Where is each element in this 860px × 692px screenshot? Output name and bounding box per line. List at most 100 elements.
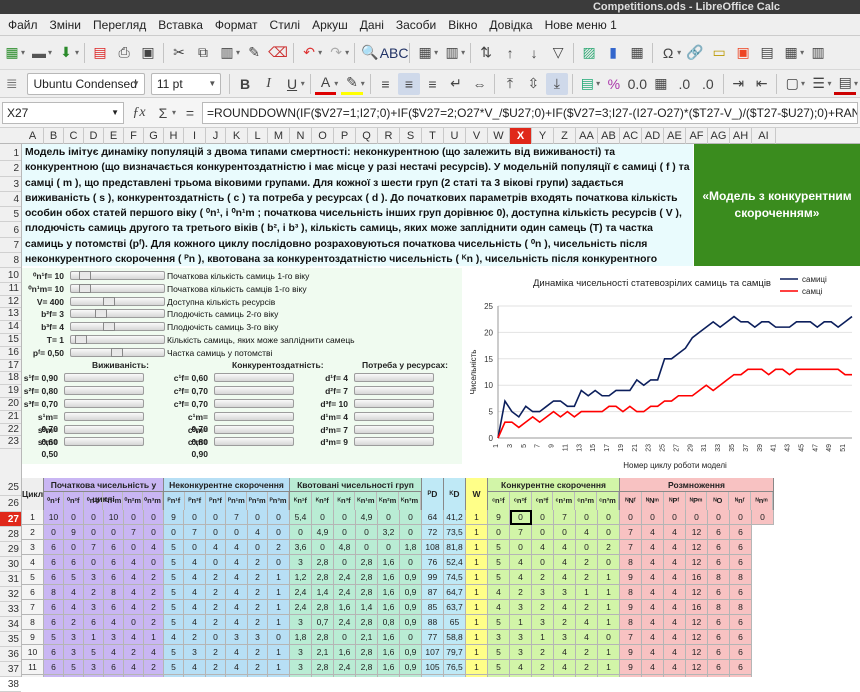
define-print-area-icon[interactable]: ▤ bbox=[756, 42, 778, 64]
table-cell[interactable]: 6 bbox=[44, 570, 64, 585]
menu-edit[interactable]: Зміни bbox=[44, 18, 88, 32]
table-cell[interactable]: 0 bbox=[356, 525, 378, 540]
table-cell[interactable]: 1 bbox=[532, 630, 554, 645]
table-cell[interactable]: 4 bbox=[124, 555, 144, 570]
row-header-5[interactable]: 5 bbox=[0, 207, 21, 223]
table-cell[interactable]: 0 bbox=[144, 555, 164, 570]
table-cell[interactable]: 12 bbox=[686, 540, 708, 555]
table-cell[interactable]: 9 bbox=[620, 570, 642, 585]
table-cell[interactable]: 1 bbox=[466, 540, 488, 555]
table-cell[interactable]: 79,7 bbox=[444, 645, 466, 660]
column-header-a[interactable]: A bbox=[22, 128, 44, 144]
table-cell[interactable]: 0,7 bbox=[312, 615, 334, 630]
table-cell[interactable]: 2 bbox=[206, 615, 226, 630]
table-cell[interactable]: 4 bbox=[642, 585, 664, 600]
table-cell[interactable]: 1 bbox=[268, 615, 290, 630]
table-cell[interactable]: 2 bbox=[206, 585, 226, 600]
table-cell[interactable]: 1 bbox=[268, 600, 290, 615]
column-header-y[interactable]: Y bbox=[532, 128, 554, 144]
table-cell[interactable]: 3 bbox=[64, 645, 84, 660]
table-cell[interactable]: 4 bbox=[664, 630, 686, 645]
table-cell[interactable]: 4 bbox=[104, 645, 124, 660]
table-cell[interactable]: 0 bbox=[124, 540, 144, 555]
table-cell[interactable]: 1 bbox=[598, 585, 620, 600]
table-cell[interactable]: 2 bbox=[84, 585, 104, 600]
table-cell[interactable]: 3 bbox=[64, 630, 84, 645]
table-cell[interactable]: 1,6 bbox=[334, 600, 356, 615]
table-cell[interactable]: 1 bbox=[598, 615, 620, 630]
table-cell[interactable]: 2 bbox=[532, 660, 554, 675]
table-cell[interactable]: 4 bbox=[532, 540, 554, 555]
table-cell[interactable]: 3,6 bbox=[290, 540, 312, 555]
table-cell[interactable]: 8 bbox=[708, 570, 730, 585]
row-header-15[interactable]: 15 bbox=[0, 334, 21, 347]
table-cell[interactable]: 5 bbox=[164, 600, 184, 615]
table-cell[interactable]: 2,8 bbox=[356, 615, 378, 630]
font-size-combo[interactable]: 11 pt ▼ bbox=[150, 72, 222, 95]
table-cell[interactable]: 7 bbox=[124, 525, 144, 540]
row-header-12[interactable]: 12 bbox=[0, 296, 21, 309]
table-cell[interactable]: 0 bbox=[708, 510, 730, 525]
table-cell[interactable]: 12 bbox=[686, 615, 708, 630]
slider-knob[interactable] bbox=[103, 322, 115, 332]
decrease-indent-icon[interactable]: ⇤ bbox=[751, 73, 772, 95]
table-cell[interactable]: 0 bbox=[510, 540, 532, 555]
table-cell[interactable]: 0 bbox=[184, 510, 206, 525]
table-cell[interactable]: 4 bbox=[104, 615, 124, 630]
table-cell[interactable]: 4 bbox=[664, 555, 686, 570]
table-cell[interactable]: 2 bbox=[576, 660, 598, 675]
table-cell[interactable]: 0,9 bbox=[400, 600, 422, 615]
table-cell[interactable]: 2 bbox=[576, 555, 598, 570]
table-cell[interactable]: 5 bbox=[488, 570, 510, 585]
table-cell[interactable]: 2,4 bbox=[290, 585, 312, 600]
table-cell[interactable]: 1 bbox=[466, 615, 488, 630]
table-cell[interactable]: 4 bbox=[164, 630, 184, 645]
table-cell[interactable]: 4 bbox=[554, 645, 576, 660]
menu-custom[interactable]: Нове меню 1 bbox=[539, 18, 623, 32]
param-slider[interactable] bbox=[64, 399, 144, 408]
table-cell[interactable]: 1 bbox=[144, 630, 164, 645]
table-cell[interactable]: 0 bbox=[598, 630, 620, 645]
column-header-o[interactable]: O bbox=[312, 128, 334, 144]
table-cell[interactable]: 2,8 bbox=[356, 555, 378, 570]
table-cell[interactable]: 1 bbox=[576, 585, 598, 600]
table-cell[interactable]: 7 bbox=[84, 540, 104, 555]
table-cell[interactable]: 6 bbox=[730, 630, 752, 645]
table-cell[interactable]: 2,4 bbox=[290, 600, 312, 615]
table-cell[interactable]: 2 bbox=[206, 570, 226, 585]
table-cell[interactable]: 0 bbox=[290, 525, 312, 540]
table-cell[interactable]: 0 bbox=[312, 540, 334, 555]
table-cell[interactable]: 7 bbox=[620, 540, 642, 555]
table-cell[interactable]: 4,8 bbox=[334, 540, 356, 555]
table-cell[interactable]: 3 bbox=[248, 630, 268, 645]
table-cell[interactable]: 1,4 bbox=[356, 600, 378, 615]
table-cell[interactable]: 77 bbox=[422, 630, 444, 645]
table-cell[interactable]: 4 bbox=[124, 585, 144, 600]
table-cell[interactable]: 1,6 bbox=[378, 585, 400, 600]
table-cell[interactable]: 5 bbox=[488, 555, 510, 570]
table-cell[interactable]: 4 bbox=[184, 600, 206, 615]
table-cell[interactable]: 0 bbox=[334, 630, 356, 645]
table-cell[interactable]: 0 bbox=[268, 630, 290, 645]
table-cell[interactable]: 1 bbox=[466, 600, 488, 615]
border-style-icon[interactable]: ☰ bbox=[808, 73, 829, 95]
table-cell[interactable]: 2 bbox=[64, 615, 84, 630]
table-cell[interactable]: 0 bbox=[164, 525, 184, 540]
row-header-6[interactable]: 6 bbox=[0, 223, 21, 238]
row-header-11[interactable]: 11 bbox=[0, 283, 21, 296]
table-cell[interactable]: 7 bbox=[554, 510, 576, 525]
column-header-ai[interactable]: AI bbox=[752, 128, 776, 144]
spreadsheet-grid[interactable]: Модель імітує динаміку популяцій з двома… bbox=[22, 144, 860, 677]
param-slider[interactable] bbox=[214, 399, 294, 408]
table-cell[interactable]: 4 bbox=[124, 660, 144, 675]
table-cell[interactable]: 108 bbox=[422, 540, 444, 555]
table-cell[interactable]: 6 bbox=[730, 555, 752, 570]
table-cell[interactable]: 0 bbox=[488, 525, 510, 540]
table-cell[interactable]: 6 bbox=[708, 645, 730, 660]
menu-format[interactable]: Формат bbox=[209, 18, 264, 32]
column-header-ah[interactable]: AH bbox=[730, 128, 752, 144]
column-header-x[interactable]: X bbox=[510, 128, 532, 144]
insert-chart-icon[interactable]: ▮ bbox=[602, 42, 624, 64]
table-cell[interactable]: 3 bbox=[290, 645, 312, 660]
table-cell[interactable]: 3 bbox=[290, 660, 312, 675]
